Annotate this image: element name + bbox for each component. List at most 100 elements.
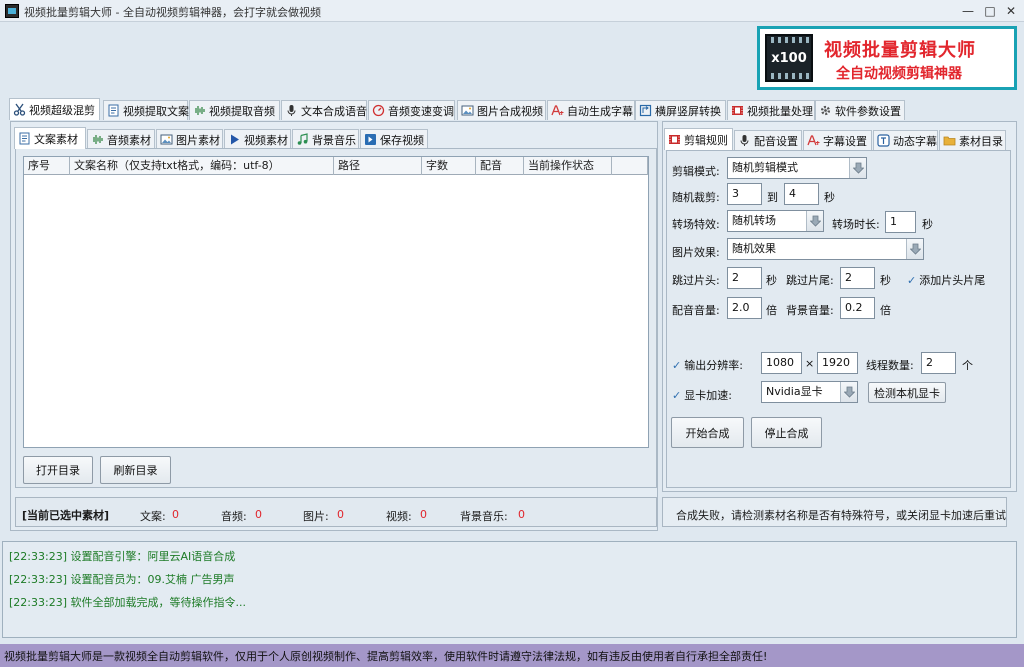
table-column-header[interactable]: 序号: [24, 157, 70, 175]
settings-tab-label: 字幕设置: [823, 134, 867, 148]
add-head-tail-label: 添加片头片尾: [919, 274, 986, 287]
threads-unit: 个: [962, 359, 973, 372]
gear-icon: [819, 104, 832, 117]
main-tab-4[interactable]: 音频变速变调: [368, 100, 455, 120]
mode-select[interactable]: 随机剪辑模式: [727, 157, 867, 179]
main-tab-label: 视频超级混剪: [29, 103, 95, 117]
skip-tail-label: 跳过片尾:: [786, 274, 834, 287]
main-tab-9[interactable]: 软件参数设置: [815, 100, 905, 120]
main-tab-2[interactable]: 视频提取音频: [189, 100, 280, 120]
threads-input[interactable]: 2: [921, 352, 956, 374]
table-column-header[interactable]: 字数: [422, 157, 476, 175]
log-line: [22:33:23] 设置配音引擎：阿里云AI语音合成: [9, 550, 236, 563]
bg-volume-input[interactable]: 0.2: [840, 297, 875, 319]
scissors-icon: [13, 103, 26, 116]
detect-gpu-button[interactable]: 检测本机显卡: [868, 382, 946, 403]
selected-count-value: 0: [518, 508, 525, 521]
settings-tab-3[interactable]: 动态字幕: [873, 130, 938, 150]
transition-duration-input[interactable]: 1: [885, 211, 916, 233]
table-column-header[interactable]: 配音: [476, 157, 524, 175]
refresh-directory-button[interactable]: 刷新目录: [100, 456, 171, 484]
dropdown-arrow-icon: [806, 211, 823, 231]
selected-count-label: 背景音乐:: [460, 510, 508, 523]
checkmark-icon: ✓: [907, 274, 917, 287]
logo-badge: x100: [771, 51, 807, 66]
transition-label: 转场特效:: [672, 218, 720, 231]
resolution-times-sign: ×: [805, 357, 815, 370]
material-tab-1[interactable]: 音频素材: [87, 129, 155, 149]
resolution-width-input[interactable]: 1080: [761, 352, 802, 374]
skip-tail-input[interactable]: 2: [840, 267, 875, 289]
gpu-select[interactable]: Nvidia显卡: [761, 381, 858, 403]
main-tab-0[interactable]: 视频超级混剪: [9, 98, 100, 120]
log-panel[interactable]: [22:33:23] 设置配音引擎：阿里云AI语音合成 [22:33:23] 设置…: [2, 541, 1017, 638]
material-tab-5[interactable]: 保存视频: [360, 129, 428, 149]
table-column-header[interactable]: 文案名称（仅支持txt格式，编码：utf-8）: [70, 157, 334, 175]
table-column-header[interactable]: 当前操作状态: [524, 157, 612, 175]
open-directory-button[interactable]: 打开目录: [23, 456, 93, 484]
save-icon: [364, 133, 377, 146]
dub-volume-unit: 倍: [766, 304, 777, 317]
material-tab-4[interactable]: 背景音乐: [292, 129, 359, 149]
skip-head-input[interactable]: 2: [727, 267, 762, 289]
main-tab-8[interactable]: 视频批量处理: [727, 100, 815, 120]
cut-to-input[interactable]: 4: [784, 183, 819, 205]
resolution-checkbox[interactable]: ✓ 输出分辨率:: [672, 357, 743, 373]
dropdown-arrow-icon: [840, 382, 857, 402]
app-icon: [5, 4, 19, 18]
settings-tab-4[interactable]: 素材目录: [939, 130, 1006, 150]
main-tab-5[interactable]: 图片合成视频: [457, 100, 546, 120]
main-tab-label: 软件参数设置: [835, 104, 901, 118]
threads-label: 线程数量:: [866, 359, 914, 372]
material-tab-0[interactable]: 文案素材: [14, 127, 86, 149]
cut-from-input[interactable]: 3: [727, 183, 762, 205]
main-tab-7[interactable]: 横屏竖屏转换: [635, 100, 726, 120]
stop-compose-button[interactable]: 停止合成: [751, 417, 822, 448]
gpu-checkbox[interactable]: ✓ 显卡加速:: [672, 387, 732, 403]
add-head-tail-checkbox[interactable]: ✓ 添加片头片尾: [907, 272, 985, 288]
film-icon: [668, 133, 681, 146]
settings-tab-2[interactable]: 字幕设置: [803, 130, 872, 150]
transition-select[interactable]: 随机转场: [727, 210, 824, 232]
skip-tail-seconds-label: 秒: [880, 274, 891, 287]
table-column-header[interactable]: [612, 157, 648, 175]
maximize-button[interactable]: □: [980, 2, 1000, 20]
folder-icon: [943, 134, 956, 147]
main-tab-1[interactable]: 视频提取文案: [103, 100, 189, 120]
selected-count-label: 视频:: [386, 510, 412, 523]
image-effect-label: 图片效果:: [672, 246, 720, 259]
start-compose-button[interactable]: 开始合成: [671, 417, 744, 448]
main-tab-label: 视频提取文案: [123, 104, 189, 118]
minimize-button[interactable]: —: [958, 2, 978, 20]
material-tab-2[interactable]: 图片素材: [156, 129, 223, 149]
close-button[interactable]: ✕: [1001, 2, 1021, 20]
checkmark-icon: ✓: [672, 389, 682, 402]
image-effect-select[interactable]: 随机效果: [727, 238, 924, 260]
resolution-height-input[interactable]: 1920: [817, 352, 858, 374]
maximize-icon: □: [984, 4, 996, 18]
bg-volume-label: 背景音量:: [786, 304, 834, 317]
film-logo-icon: x100: [765, 34, 813, 82]
main-tab-6[interactable]: 自动生成字幕: [547, 100, 635, 120]
image-icon: [160, 133, 173, 146]
material-tab-label: 文案素材: [34, 132, 78, 146]
selected-material-title: [当前已选中素材]: [22, 509, 110, 522]
settings-tab-label: 配音设置: [754, 134, 798, 148]
settings-tab-0[interactable]: 剪辑规则: [664, 128, 733, 150]
main-tab-label: 横屏竖屏转换: [655, 104, 721, 118]
microphone-icon: [285, 104, 298, 117]
resolution-label: 输出分辨率:: [684, 359, 743, 372]
gpu-label: 显卡加速:: [684, 389, 732, 402]
settings-tab-1[interactable]: 配音设置: [734, 130, 802, 150]
table-column-header[interactable]: 路径: [334, 157, 422, 175]
material-tab-label: 图片素材: [176, 133, 220, 147]
dub-volume-input[interactable]: 2.0: [727, 297, 762, 319]
material-tab-label: 音频素材: [107, 133, 151, 147]
bg-volume-unit: 倍: [880, 304, 891, 317]
cut-to-label: 到: [767, 191, 778, 204]
main-tab-3[interactable]: 文本合成语音: [281, 100, 367, 120]
material-tab-3[interactable]: 视频素材: [224, 129, 291, 149]
window-title: 视频批量剪辑大师 - 全自动视频剪辑神器，会打字就会做视频: [24, 6, 321, 19]
material-table[interactable]: 序号 文案名称（仅支持txt格式，编码：utf-8） 路径 字数 配音 当前操作状态: [23, 156, 649, 448]
title-bar: 视频批量剪辑大师 - 全自动视频剪辑神器，会打字就会做视频 — □ ✕: [0, 0, 1024, 22]
